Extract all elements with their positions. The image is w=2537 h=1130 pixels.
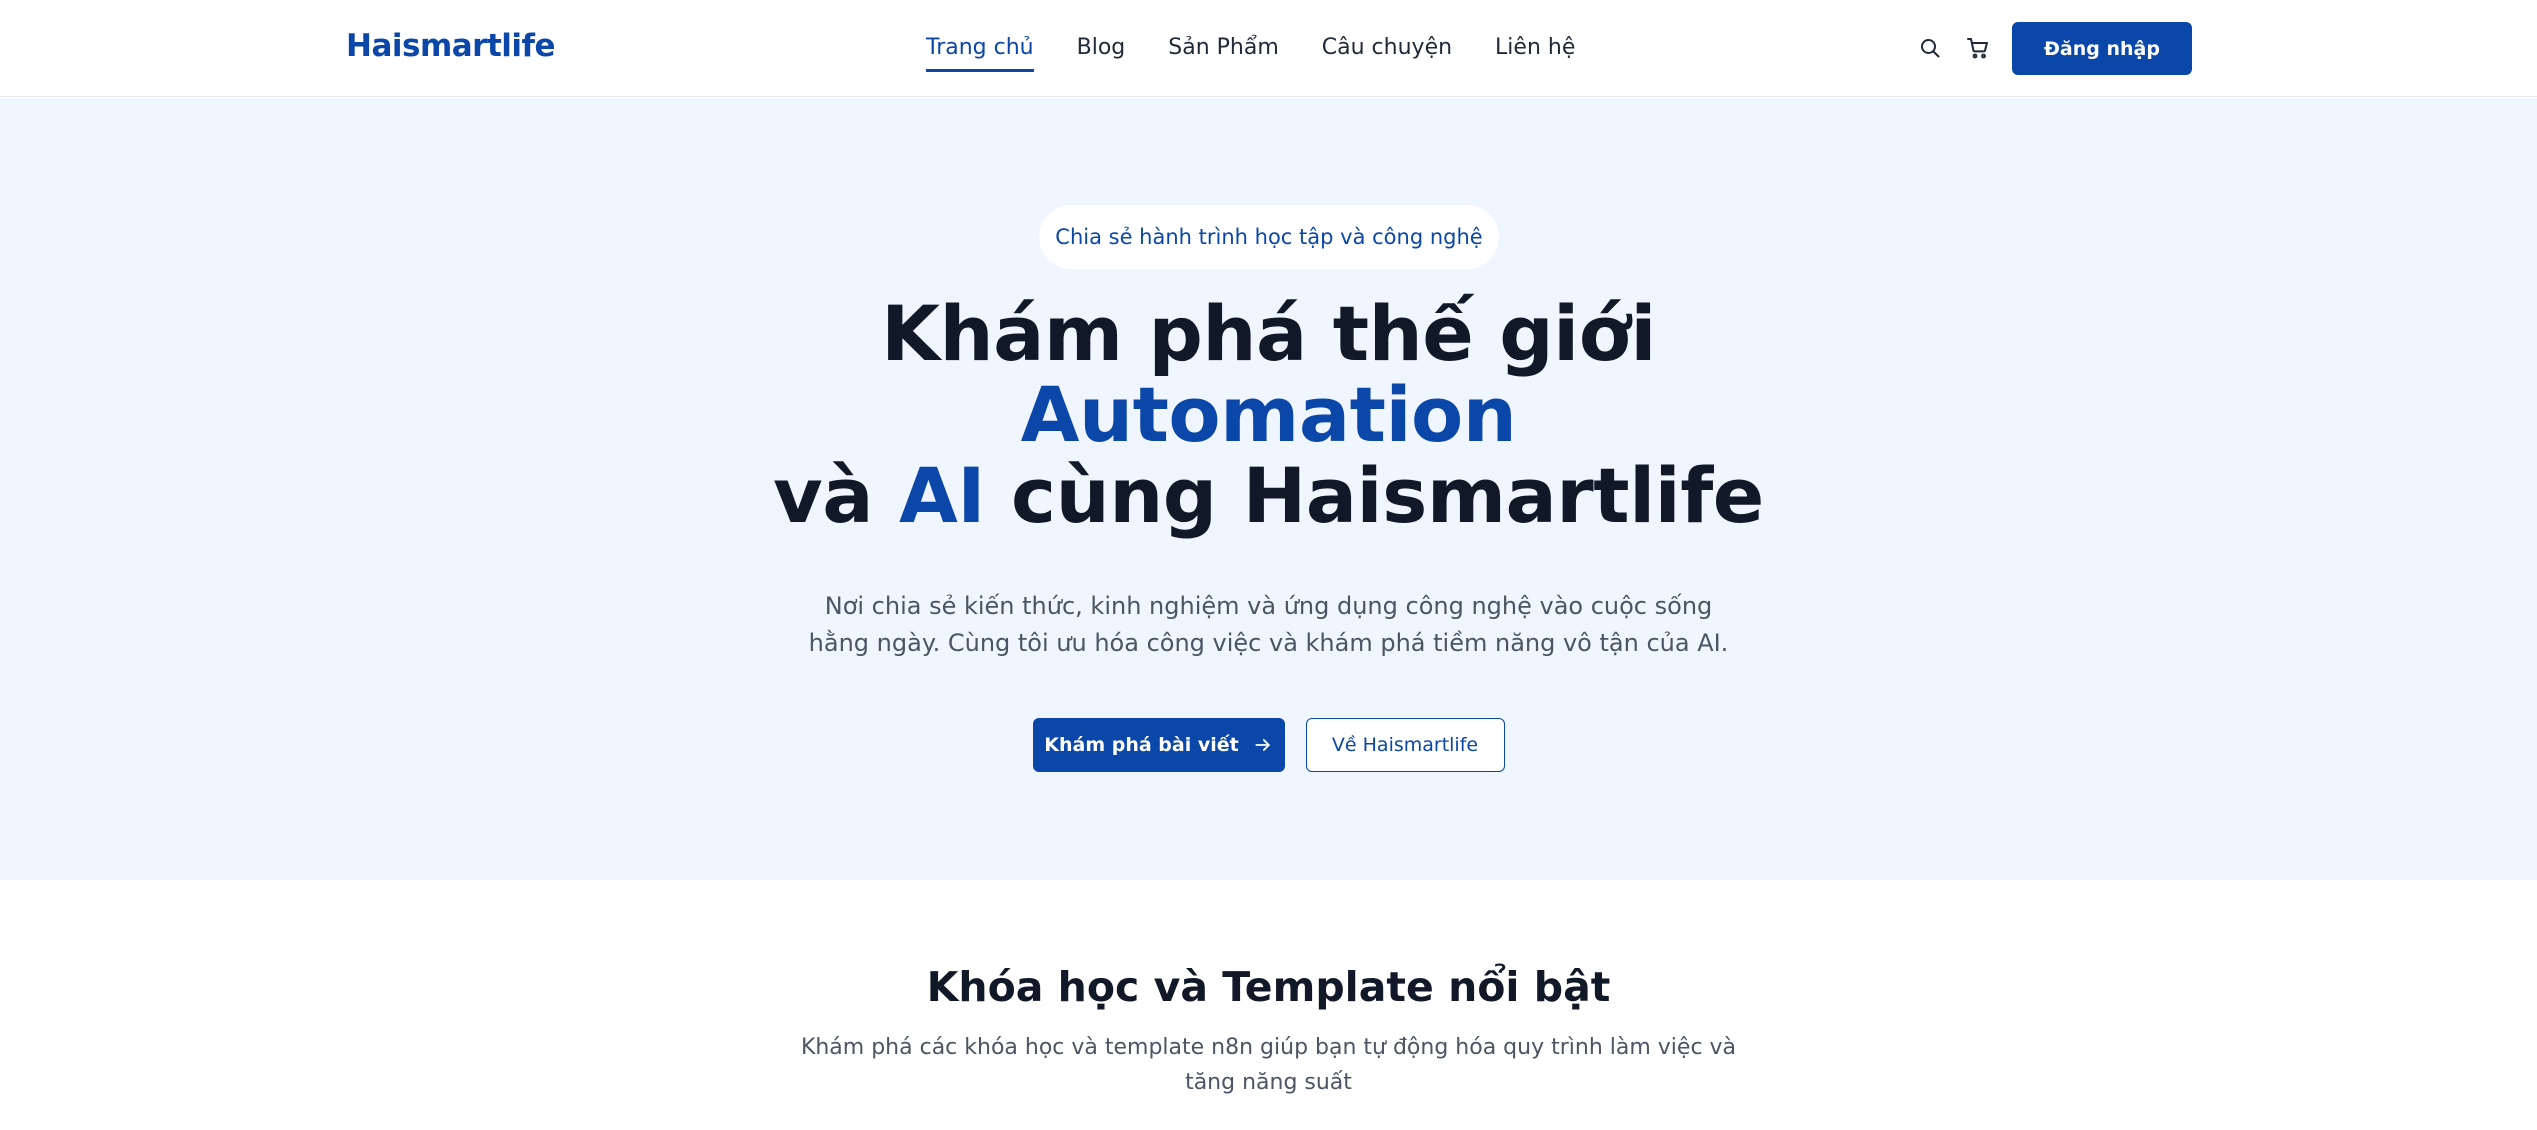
main-nav: Trang chủ Blog Sản Phẩm Câu chuyện Liên …	[926, 32, 1575, 72]
hero-title-prefix: và	[773, 451, 873, 540]
hero-title: Khám phá thế giới Automation và AI cùng …	[0, 293, 2537, 536]
hero-title-suffix: cùng Haismartlife	[1011, 451, 1764, 540]
site-logo[interactable]: Haismartlife	[346, 28, 556, 64]
hero-title-line-2: Automation	[1020, 370, 1517, 459]
about-button[interactable]: Về Haismartlife	[1305, 718, 1505, 772]
nav-link-stories[interactable]: Câu chuyện	[1322, 32, 1452, 72]
hero-title-line-3: và AI cùng Haismartlife	[0, 455, 2537, 536]
nav-link-blog[interactable]: Blog	[1077, 32, 1126, 72]
arrow-right-icon	[1255, 739, 1270, 751]
explore-posts-button[interactable]: Khám phá bài viết	[1032, 718, 1285, 772]
hero-section: Chia sẻ hành trình học tập và công nghệ …	[0, 98, 2537, 880]
cart-icon[interactable]	[1966, 36, 1990, 60]
nav-link-home[interactable]: Trang chủ	[926, 32, 1034, 72]
hero-actions: Khám phá bài viết Về Haismartlife	[0, 718, 2537, 772]
login-button[interactable]: Đăng nhập	[2012, 22, 2192, 75]
top-navbar: Haismartlife Trang chủ Blog Sản Phẩm Câu…	[0, 0, 2537, 97]
featured-title: Khóa học và Template nổi bật	[926, 963, 1611, 1011]
hero-title-line-1: Khám phá thế giới	[881, 289, 1656, 378]
hero-title-highlight: AI	[898, 451, 986, 540]
nav-link-contact[interactable]: Liên hệ	[1495, 32, 1575, 72]
explore-posts-label: Khám phá bài viết	[1044, 734, 1239, 756]
nav-link-products[interactable]: Sản Phẩm	[1168, 32, 1279, 72]
hero-subtitle: Nơi chia sẻ kiến thức, kinh nghiệm và ứn…	[808, 592, 1729, 657]
hero-badge: Chia sẻ hành trình học tập và công nghệ	[1039, 205, 1499, 269]
search-icon[interactable]	[1918, 36, 1942, 60]
featured-subtitle: Khám phá các khóa học và template n8n gi…	[800, 1035, 1737, 1095]
